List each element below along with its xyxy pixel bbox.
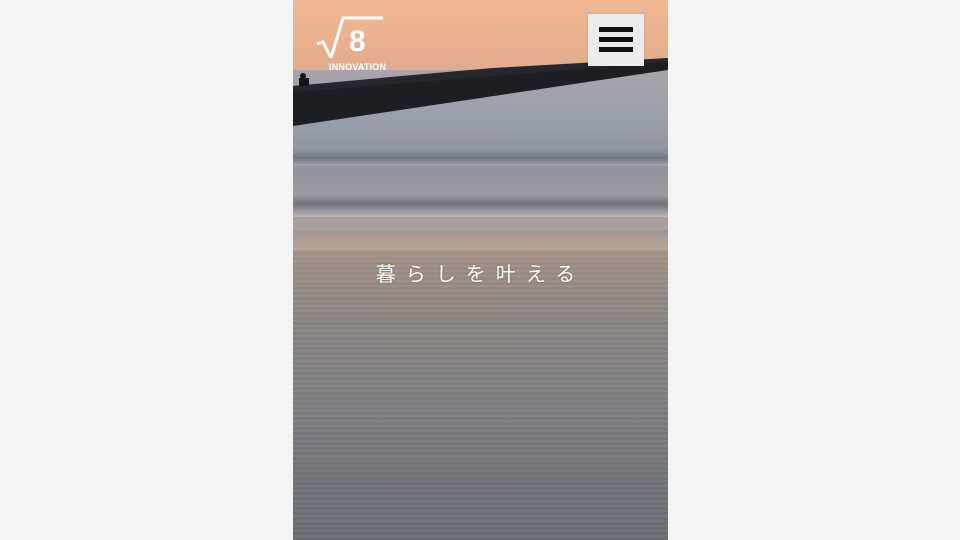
wet-sand-beach: [293, 250, 668, 540]
hamburger-menu-icon: [599, 37, 633, 42]
hero-tagline: 暮らしを叶える: [375, 262, 586, 286]
wave: [293, 150, 668, 166]
hamburger-menu-button[interactable]: [588, 14, 644, 66]
site-logo[interactable]: 8 INNOVATION: [313, 16, 393, 76]
logo-digit: 8: [349, 25, 366, 58]
wave: [293, 195, 668, 217]
hamburger-menu-icon: [599, 47, 633, 52]
logo-brand-text: INNOVATION: [329, 62, 387, 72]
hamburger-menu-icon: [599, 27, 633, 32]
shoreline: [293, 230, 668, 250]
mobile-site-viewport: 8 INNOVATION 暮らしを叶える: [293, 0, 668, 540]
